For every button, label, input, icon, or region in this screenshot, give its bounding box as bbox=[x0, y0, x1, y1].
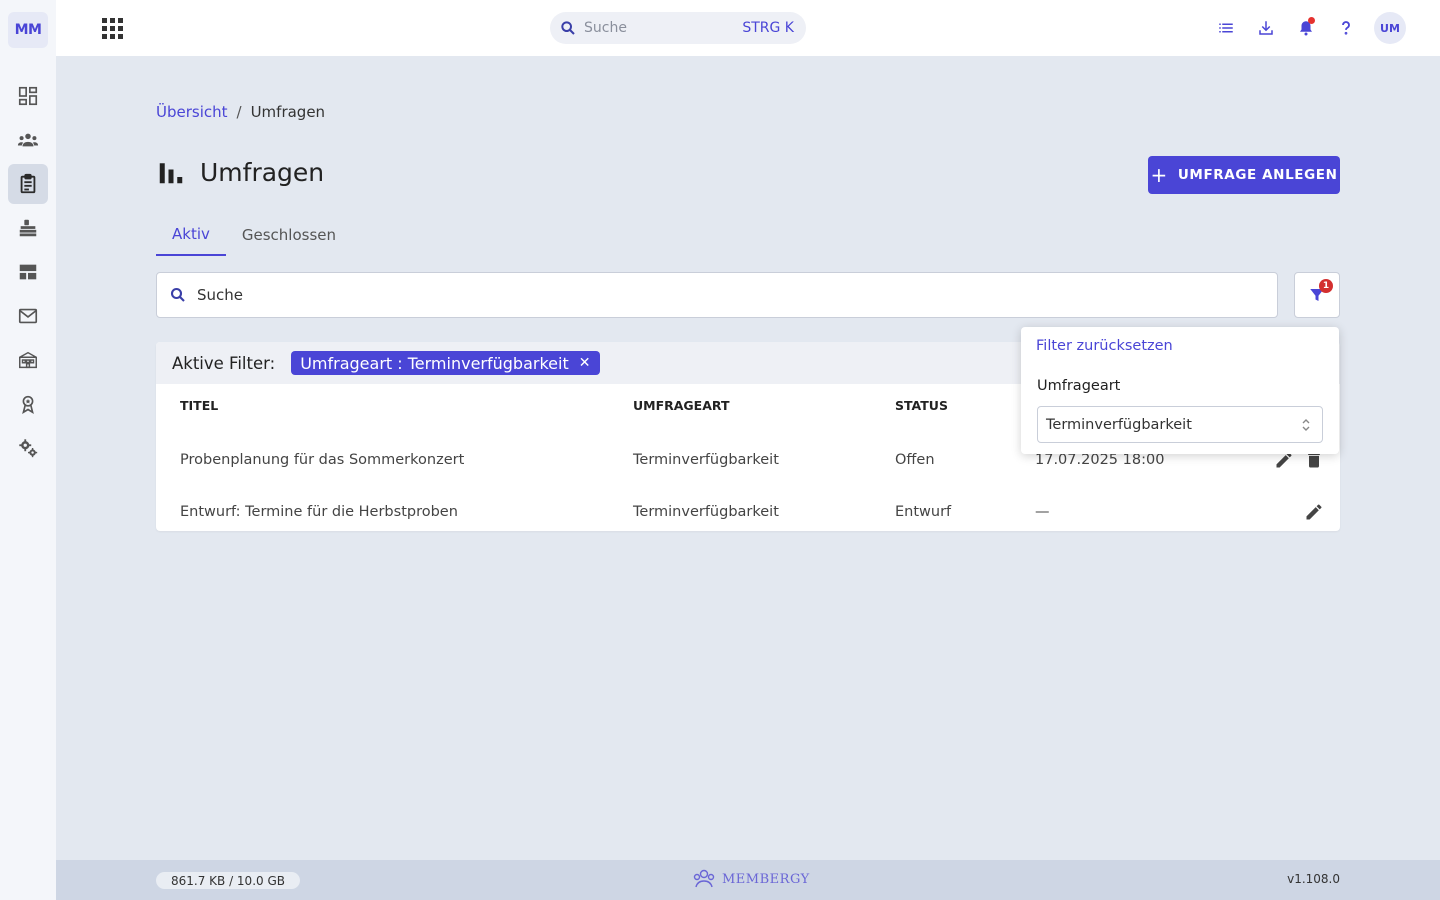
close-icon[interactable]: ✕ bbox=[579, 355, 591, 371]
sidebar-item-surveys[interactable] bbox=[8, 164, 48, 204]
help-icon bbox=[1342, 21, 1350, 35]
create-survey-label: UMFRAGE ANLEGEN bbox=[1177, 167, 1338, 183]
row-status: Entwurf bbox=[895, 504, 952, 520]
sidebar-item-settings[interactable] bbox=[8, 428, 48, 468]
task-list-button[interactable] bbox=[1214, 16, 1238, 40]
edit-icon[interactable] bbox=[1304, 502, 1324, 522]
row-date: 17.07.2025 18:00 bbox=[1035, 452, 1165, 468]
search-icon bbox=[170, 287, 185, 302]
sidebar-item-organisation[interactable] bbox=[8, 340, 48, 380]
filter-chip-label: Umfrageart : Terminverfügbarkeit bbox=[300, 353, 569, 373]
tab-closed[interactable]: Geschlossen bbox=[226, 214, 352, 256]
people-group-icon bbox=[17, 133, 39, 147]
help-button[interactable] bbox=[1334, 16, 1358, 40]
breadcrumb: Übersicht / Umfragen bbox=[156, 103, 325, 121]
notifications-button[interactable] bbox=[1294, 16, 1318, 40]
app-launcher-button[interactable] bbox=[100, 16, 124, 40]
row-title: Probenplanung für das Sommerkonzert bbox=[180, 452, 465, 468]
breadcrumb-home[interactable]: Übersicht bbox=[156, 103, 228, 121]
mail-icon bbox=[18, 308, 38, 324]
table-row[interactable]: Entwurf: Termine für die Herbstproben Te… bbox=[156, 488, 1340, 531]
breadcrumb-separator: / bbox=[236, 103, 242, 121]
topbar: Suche STRG K UM bbox=[56, 0, 1440, 56]
building-icon bbox=[19, 351, 37, 369]
plus-icon: + bbox=[1150, 163, 1168, 187]
sidebar-item-members[interactable] bbox=[8, 120, 48, 160]
create-survey-button[interactable]: + UMFRAGE ANLEGEN bbox=[1148, 156, 1340, 194]
filter-count-badge: 1 bbox=[1319, 279, 1333, 293]
active-filters-label: Aktive Filter: bbox=[172, 353, 276, 373]
user-avatar[interactable]: UM bbox=[1374, 12, 1406, 44]
survey-type-value: Terminverfügbarkeit bbox=[1046, 416, 1192, 433]
global-search[interactable]: Suche STRG K bbox=[550, 12, 806, 44]
gears-icon bbox=[19, 439, 38, 458]
bar-chart-icon bbox=[159, 163, 183, 184]
clipboard-icon bbox=[20, 173, 36, 194]
search-shortcut: STRG K bbox=[742, 20, 794, 36]
page-title: Umfragen bbox=[200, 157, 325, 187]
sidebar-item-awards[interactable] bbox=[8, 384, 48, 424]
survey-type-label: Umfrageart bbox=[1037, 378, 1121, 394]
survey-type-select[interactable]: Terminverfügbarkeit bbox=[1037, 406, 1323, 443]
row-date: — bbox=[1035, 504, 1050, 520]
topbar-actions: UM bbox=[1214, 12, 1406, 44]
footer: 861.7 KB / 10.0 GB MEMBERGY v1.108.0 bbox=[56, 860, 1440, 900]
award-icon bbox=[22, 395, 34, 414]
row-type: Terminverfügbarkeit bbox=[633, 504, 779, 520]
app-logo[interactable]: MM bbox=[8, 12, 48, 48]
sidebar-item-pages[interactable] bbox=[8, 252, 48, 292]
row-status: Offen bbox=[895, 452, 935, 468]
storage-usage: 861.7 KB / 10.0 GB bbox=[156, 872, 300, 889]
search-icon bbox=[561, 21, 575, 35]
sidebar-item-mail[interactable] bbox=[8, 296, 48, 336]
download-icon bbox=[1259, 21, 1273, 35]
row-title: Entwurf: Termine für die Herbstproben bbox=[180, 504, 458, 520]
filter-button[interactable]: 1 bbox=[1294, 272, 1340, 318]
membergy-logo-icon bbox=[693, 869, 715, 888]
global-search-placeholder: Suche bbox=[584, 20, 627, 36]
row-type: Terminverfügbarkeit bbox=[633, 452, 779, 468]
app-version: v1.108.0 bbox=[1287, 872, 1340, 886]
notification-dot bbox=[1308, 17, 1315, 24]
brand-name: MEMBERGY bbox=[722, 871, 810, 887]
chevron-updown-icon bbox=[1302, 418, 1310, 431]
reset-filter-link[interactable]: Filter zurücksetzen bbox=[1036, 338, 1173, 354]
search-value: Suche bbox=[197, 286, 244, 304]
survey-search-input[interactable]: Suche bbox=[156, 272, 1278, 318]
filter-chip[interactable]: Umfrageart : Terminverfügbarkeit ✕ bbox=[291, 351, 601, 375]
sidebar-item-events[interactable] bbox=[8, 208, 48, 248]
page-header: Umfragen bbox=[156, 157, 324, 187]
brand-logo: MEMBERGY bbox=[692, 868, 810, 890]
filter-popup: Filter zurücksetzen Umfrageart Terminver… bbox=[1021, 327, 1339, 454]
breadcrumb-current: Umfragen bbox=[250, 103, 326, 121]
stage-icon bbox=[19, 219, 37, 237]
dashboard-icon bbox=[18, 86, 38, 106]
column-header-title[interactable]: TITEL bbox=[180, 398, 218, 413]
tab-active[interactable]: Aktiv bbox=[156, 214, 226, 256]
tabs: Aktiv Geschlossen bbox=[156, 214, 352, 256]
list-icon bbox=[1219, 23, 1233, 33]
sidebar-item-dashboard[interactable] bbox=[8, 76, 48, 116]
sidebar: MM bbox=[0, 0, 56, 900]
column-header-status[interactable]: STATUS bbox=[895, 398, 948, 413]
column-header-type[interactable]: UMFRAGEART bbox=[633, 398, 730, 413]
layout-icon bbox=[19, 264, 37, 280]
downloads-button[interactable] bbox=[1254, 16, 1278, 40]
